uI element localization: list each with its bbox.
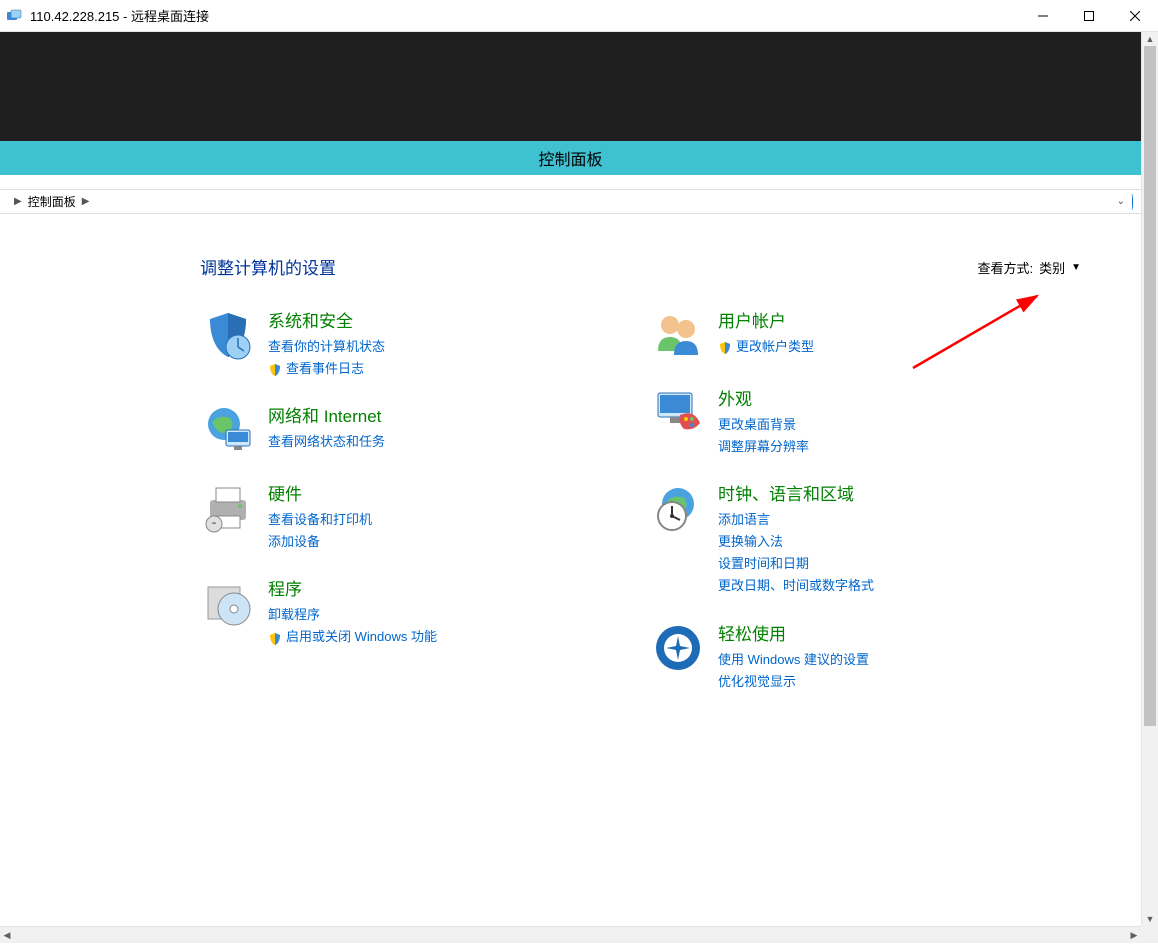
scroll-up-arrow-icon[interactable]: ▲ bbox=[1142, 32, 1158, 46]
category-title[interactable]: 网络和 Internet bbox=[268, 402, 385, 427]
uac-shield-icon bbox=[268, 631, 282, 645]
category-link[interactable]: 更改日期、时间或数字格式 bbox=[718, 575, 874, 597]
view-by-value: 类别 bbox=[1039, 258, 1065, 277]
window-title: 110.42.228.215 - 远程桌面连接 bbox=[30, 6, 209, 25]
minimize-icon bbox=[1038, 11, 1048, 21]
category-link[interactable]: 查看你的计算机状态 bbox=[268, 336, 385, 358]
category-title[interactable]: 时钟、语言和区域 bbox=[718, 480, 874, 505]
breadcrumb-arrow-icon[interactable]: ▶ bbox=[14, 196, 22, 207]
category-block: 用户帐户更改帐户类型 bbox=[650, 307, 1010, 363]
horizontal-scrollbar[interactable]: ◀ ▶ bbox=[0, 926, 1141, 943]
category-block: 时钟、语言和区域添加语言更换输入法设置时间和日期更改日期、时间或数字格式 bbox=[650, 480, 1010, 597]
link-text: 卸载程序 bbox=[268, 604, 320, 626]
link-text: 查看网络状态和任务 bbox=[268, 431, 385, 453]
link-text: 设置时间和日期 bbox=[718, 553, 809, 575]
rdp-icon bbox=[6, 8, 22, 24]
view-by-selector[interactable]: 查看方式: 类别 ▼ bbox=[977, 258, 1081, 277]
scroll-right-arrow-icon[interactable]: ▶ bbox=[1127, 927, 1141, 943]
uac-shield-icon bbox=[268, 362, 282, 376]
category-block: 网络和 Internet 查看网络状态和任务 bbox=[200, 402, 560, 458]
link-text: 更改桌面背景 bbox=[718, 414, 796, 436]
category-title[interactable]: 轻松使用 bbox=[718, 620, 869, 645]
page-heading: 调整计算机的设置 bbox=[200, 254, 1101, 279]
chevron-down-icon: ▼ bbox=[1071, 262, 1081, 273]
category-title[interactable]: 系统和安全 bbox=[268, 307, 385, 332]
rdp-titlebar: 110.42.228.215 - 远程桌面连接 bbox=[0, 0, 1158, 32]
category-block: 程序卸载程序启用或关闭 Windows 功能 bbox=[200, 575, 560, 648]
category-link[interactable]: 更改帐户类型 bbox=[718, 336, 814, 358]
category-link[interactable]: 卸载程序 bbox=[268, 604, 437, 626]
category-link[interactable]: 添加设备 bbox=[268, 531, 372, 553]
link-text: 添加设备 bbox=[268, 531, 320, 553]
link-text: 查看设备和打印机 bbox=[268, 509, 372, 531]
breadcrumb-bar: ▶ 控制面板 ▶ ⌄ bbox=[0, 189, 1141, 214]
link-text: 更改日期、时间或数字格式 bbox=[718, 575, 874, 597]
category-block: 外观更改桌面背景调整屏幕分辨率 bbox=[650, 385, 1010, 458]
left-column: 系统和安全查看你的计算机状态查看事件日志网络和 Internet 查看网络状态和任… bbox=[200, 307, 560, 715]
refresh-button[interactable] bbox=[1131, 195, 1133, 209]
category-title[interactable]: 用户帐户 bbox=[718, 307, 814, 332]
refresh-icon bbox=[1131, 194, 1133, 210]
ease-icon[interactable] bbox=[650, 620, 706, 676]
category-link[interactable]: 查看设备和打印机 bbox=[268, 509, 372, 531]
remote-desktop-background bbox=[0, 32, 1141, 141]
category-link[interactable]: 调整屏幕分辨率 bbox=[718, 436, 809, 458]
category-block: 系统和安全查看你的计算机状态查看事件日志 bbox=[200, 307, 560, 380]
appearance-icon[interactable] bbox=[650, 385, 706, 441]
breadcrumb-root[interactable]: 控制面板 bbox=[28, 193, 76, 210]
category-title[interactable]: 外观 bbox=[718, 385, 809, 410]
globe-icon[interactable] bbox=[200, 402, 256, 458]
link-text: 优化视觉显示 bbox=[718, 671, 796, 693]
link-text: 调整屏幕分辨率 bbox=[718, 436, 809, 458]
category-link[interactable]: 设置时间和日期 bbox=[718, 553, 874, 575]
link-text: 更改帐户类型 bbox=[736, 336, 814, 358]
users-icon[interactable] bbox=[650, 307, 706, 363]
category-block: 硬件查看设备和打印机添加设备 bbox=[200, 480, 560, 553]
close-icon bbox=[1130, 11, 1140, 21]
vertical-scroll-thumb[interactable] bbox=[1144, 46, 1156, 726]
category-link[interactable]: 优化视觉显示 bbox=[718, 671, 869, 693]
maximize-icon bbox=[1084, 11, 1094, 21]
link-text: 查看你的计算机状态 bbox=[268, 336, 385, 358]
gap bbox=[0, 175, 1141, 189]
link-text: 使用 Windows 建议的设置 bbox=[718, 649, 869, 671]
view-by-label: 查看方式: bbox=[977, 258, 1033, 277]
category-link[interactable]: 查看事件日志 bbox=[268, 358, 385, 380]
clock-icon[interactable] bbox=[650, 480, 706, 536]
category-link[interactable]: 启用或关闭 Windows 功能 bbox=[268, 626, 437, 648]
link-text: 添加语言 bbox=[718, 509, 770, 531]
category-title[interactable]: 程序 bbox=[268, 575, 437, 600]
link-text: 查看事件日志 bbox=[286, 358, 364, 380]
maximize-button[interactable] bbox=[1066, 0, 1112, 31]
scroll-corner bbox=[1141, 926, 1158, 943]
printer-icon[interactable] bbox=[200, 480, 256, 536]
category-link[interactable]: 添加语言 bbox=[718, 509, 874, 531]
disc-icon[interactable] bbox=[200, 575, 256, 631]
right-column: 用户帐户更改帐户类型外观更改桌面背景调整屏幕分辨率时钟、语言和区域添加语言更换输… bbox=[650, 307, 1010, 715]
category-link[interactable]: 更改桌面背景 bbox=[718, 414, 809, 436]
scroll-down-arrow-icon[interactable]: ▼ bbox=[1142, 912, 1158, 926]
window-controls bbox=[1020, 0, 1158, 31]
control-panel-titlebar[interactable]: 控制面板 bbox=[0, 141, 1141, 175]
breadcrumb-arrow-icon[interactable]: ▶ bbox=[82, 196, 90, 207]
vertical-scrollbar[interactable]: ▲ ▼ bbox=[1141, 32, 1158, 926]
category-link[interactable]: 使用 Windows 建议的设置 bbox=[718, 649, 869, 671]
link-text: 更换输入法 bbox=[718, 531, 783, 553]
control-panel-title: 控制面板 bbox=[538, 146, 602, 170]
category-link[interactable]: 查看网络状态和任务 bbox=[268, 431, 385, 453]
category-block: 轻松使用使用 Windows 建议的设置优化视觉显示 bbox=[650, 620, 1010, 693]
scroll-left-arrow-icon[interactable]: ◀ bbox=[0, 927, 14, 943]
category-title[interactable]: 硬件 bbox=[268, 480, 372, 505]
shield-icon[interactable] bbox=[200, 307, 256, 363]
close-button[interactable] bbox=[1112, 0, 1158, 31]
remote-desktop-area: 控制面板 ▶ 控制面板 ▶ ⌄ 调整计算机的设置 查看方式: 类别 ▼ 系统和安… bbox=[0, 32, 1141, 926]
control-panel-body: 调整计算机的设置 查看方式: 类别 ▼ 系统和安全查看你的计算机状态查看事件日志… bbox=[0, 214, 1141, 735]
uac-shield-icon bbox=[718, 340, 732, 354]
minimize-button[interactable] bbox=[1020, 0, 1066, 31]
category-link[interactable]: 更换输入法 bbox=[718, 531, 874, 553]
link-text: 启用或关闭 Windows 功能 bbox=[286, 626, 437, 648]
breadcrumb-dropdown-icon[interactable]: ⌄ bbox=[1117, 196, 1125, 207]
